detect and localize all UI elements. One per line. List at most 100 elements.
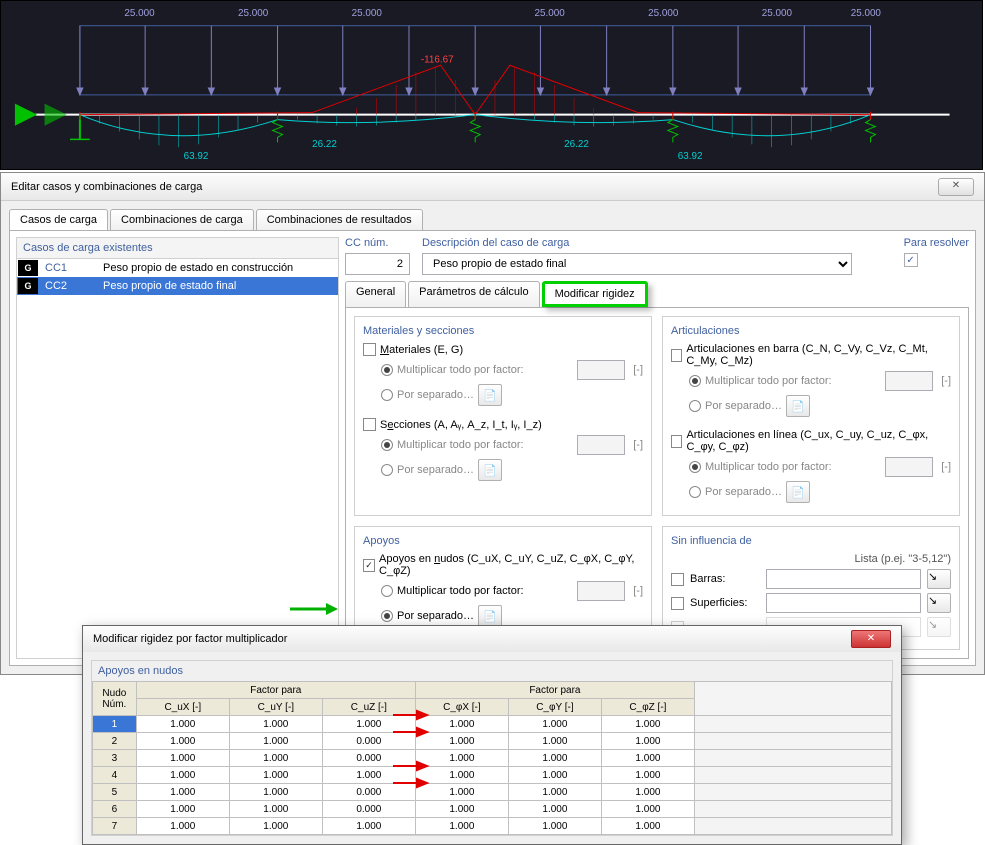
cell-value[interactable]: 1.000 — [229, 818, 322, 835]
solve-checkbox[interactable]: ✓ — [904, 253, 918, 267]
pick-icon[interactable]: ↘ — [927, 593, 951, 613]
pick-icon[interactable]: ↘ — [927, 617, 951, 637]
structural-viewport[interactable]: 25.000 25.000 25.000 25.000 25.000 25.00… — [0, 0, 983, 170]
subtab-general[interactable]: General — [345, 281, 406, 307]
row-header[interactable]: 7 — [93, 818, 137, 835]
cell-value[interactable]: 1.000 — [601, 818, 694, 835]
cell-value[interactable]: 1.000 — [601, 750, 694, 767]
bars-list-input[interactable] — [766, 569, 921, 589]
row-header[interactable]: 3 — [93, 750, 137, 767]
factor-spinner[interactable] — [577, 581, 625, 601]
cell-value[interactable]: 1.000 — [601, 801, 694, 818]
radio-multiply-all[interactable] — [381, 364, 393, 376]
radio-separately[interactable] — [381, 610, 393, 622]
close-button[interactable]: ✕ — [938, 178, 974, 196]
cell-value[interactable]: 1.000 — [508, 801, 601, 818]
cell-value[interactable]: 1.000 — [229, 750, 322, 767]
radio-multiply-all[interactable] — [689, 375, 701, 387]
tab-result-combinations[interactable]: Combinaciones de resultados — [256, 209, 423, 230]
cell-value[interactable]: 1.000 — [322, 716, 415, 733]
cell-value[interactable]: 1.000 — [415, 784, 508, 801]
dialog-titlebar[interactable]: Modificar rigidez por factor multiplicad… — [83, 626, 901, 652]
cc-desc-select[interactable]: Peso propio de estado final — [422, 253, 852, 275]
cell-value[interactable]: 1.000 — [601, 784, 694, 801]
cell-value[interactable]: 1.000 — [415, 818, 508, 835]
cell-value[interactable]: 1.000 — [229, 767, 322, 784]
radio-separately[interactable] — [381, 389, 393, 401]
radio-multiply-all[interactable] — [689, 461, 701, 473]
subtab-calc-params[interactable]: Parámetros de cálculo — [408, 281, 539, 307]
checkbox-line-hinges[interactable] — [671, 435, 682, 448]
table-row[interactable]: 31.0001.0000.0001.0001.0001.000 — [93, 750, 892, 767]
cc-num-input[interactable] — [345, 253, 410, 275]
close-button[interactable]: ✕ — [851, 630, 891, 648]
cell-value[interactable]: 1.000 — [601, 767, 694, 784]
load-case-row[interactable]: G CC2 Peso propio de estado final — [17, 277, 338, 295]
cell-value[interactable]: 0.000 — [322, 784, 415, 801]
cell-value[interactable]: 0.000 — [322, 733, 415, 750]
cell-value[interactable]: 1.000 — [508, 818, 601, 835]
edit-icon[interactable]: 📄 — [786, 395, 810, 417]
radio-separately[interactable] — [689, 400, 701, 412]
factor-spinner[interactable] — [577, 360, 625, 380]
cell-value[interactable]: 1.000 — [229, 733, 322, 750]
tab-load-cases[interactable]: Casos de carga — [9, 209, 108, 230]
cell-value[interactable]: 1.000 — [322, 767, 415, 784]
row-header[interactable]: 6 — [93, 801, 137, 818]
cell-value[interactable]: 1.000 — [136, 767, 229, 784]
radio-separately[interactable] — [381, 464, 393, 476]
cell-value[interactable]: 0.000 — [322, 801, 415, 818]
cell-value[interactable]: 1.000 — [415, 733, 508, 750]
cell-value[interactable]: 0.000 — [322, 750, 415, 767]
cell-value[interactable]: 1.000 — [136, 818, 229, 835]
cell-value[interactable]: 1.000 — [415, 750, 508, 767]
row-header[interactable]: 1 — [93, 716, 137, 733]
row-header[interactable]: 4 — [93, 767, 137, 784]
edit-icon[interactable]: 📄 — [478, 605, 502, 627]
table-row[interactable]: 21.0001.0000.0001.0001.0001.000 — [93, 733, 892, 750]
cell-value[interactable]: 1.000 — [229, 716, 322, 733]
cell-value[interactable]: 1.000 — [229, 801, 322, 818]
checkbox-nodal-supports[interactable] — [363, 559, 375, 572]
cell-value[interactable]: 1.000 — [136, 750, 229, 767]
tab-load-combinations[interactable]: Combinaciones de carga — [110, 209, 254, 230]
table-row[interactable]: 11.0001.0001.0001.0001.0001.000 — [93, 716, 892, 733]
checkbox-sections[interactable] — [363, 418, 376, 431]
cell-value[interactable]: 1.000 — [601, 733, 694, 750]
table-row[interactable]: 51.0001.0000.0001.0001.0001.000 — [93, 784, 892, 801]
dialog-titlebar[interactable]: Editar casos y combinaciones de carga ✕ — [1, 173, 984, 201]
edit-icon[interactable]: 📄 — [478, 459, 502, 481]
radio-separately[interactable] — [689, 486, 701, 498]
stiffness-factor-table[interactable]: NudoNúm. Factor para Factor para C_uX [-… — [92, 681, 892, 835]
pick-icon[interactable]: ↘ — [927, 569, 951, 589]
surfaces-list-input[interactable] — [766, 593, 921, 613]
table-row[interactable]: 71.0001.0001.0001.0001.0001.000 — [93, 818, 892, 835]
row-header[interactable]: 5 — [93, 784, 137, 801]
checkbox-materials[interactable] — [363, 343, 376, 356]
radio-multiply-all[interactable] — [381, 439, 393, 451]
cell-value[interactable]: 1.000 — [601, 716, 694, 733]
edit-icon[interactable]: 📄 — [478, 384, 502, 406]
checkbox-surfaces[interactable] — [671, 597, 684, 610]
checkbox-bars[interactable] — [671, 573, 684, 586]
cell-value[interactable]: 1.000 — [508, 750, 601, 767]
factor-spinner[interactable] — [577, 435, 625, 455]
cell-value[interactable]: 1.000 — [508, 784, 601, 801]
cell-value[interactable]: 1.000 — [229, 784, 322, 801]
edit-icon[interactable]: 📄 — [786, 481, 810, 503]
cell-value[interactable]: 1.000 — [136, 716, 229, 733]
cell-value[interactable]: 1.000 — [508, 733, 601, 750]
table-row[interactable]: 61.0001.0000.0001.0001.0001.000 — [93, 801, 892, 818]
cell-value[interactable]: 1.000 — [508, 767, 601, 784]
cell-value[interactable]: 1.000 — [508, 716, 601, 733]
cell-value[interactable]: 1.000 — [415, 767, 508, 784]
checkbox-member-hinges[interactable] — [671, 349, 682, 362]
table-row[interactable]: 41.0001.0001.0001.0001.0001.000 — [93, 767, 892, 784]
row-header[interactable]: 2 — [93, 733, 137, 750]
cell-value[interactable]: 1.000 — [136, 784, 229, 801]
factor-spinner[interactable] — [885, 371, 933, 391]
radio-multiply-all[interactable] — [381, 585, 393, 597]
cell-value[interactable]: 1.000 — [136, 801, 229, 818]
cell-value[interactable]: 1.000 — [136, 733, 229, 750]
factor-spinner[interactable] — [885, 457, 933, 477]
